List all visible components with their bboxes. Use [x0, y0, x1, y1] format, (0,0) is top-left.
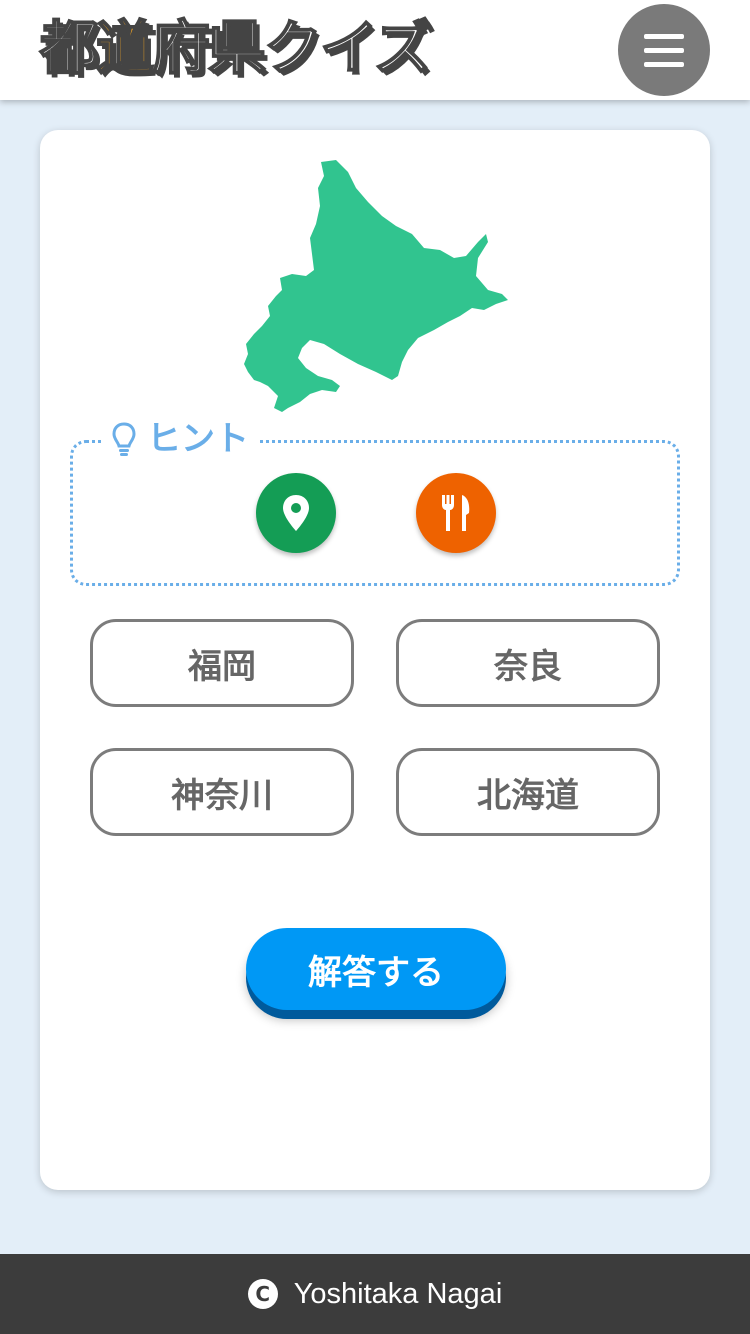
- logo-accent: 道: [95, 13, 155, 83]
- hokkaido-map-icon: [244, 160, 508, 412]
- choice-button-hokkaido[interactable]: 北海道: [396, 748, 660, 836]
- choice-button-nara[interactable]: 奈良: [396, 619, 660, 707]
- logo-part1: 都: [39, 13, 99, 83]
- menu-button[interactable]: [618, 4, 710, 96]
- app-logo[interactable]: 都道府県クイズ: [39, 12, 433, 84]
- copyright-icon: C: [247, 1279, 278, 1309]
- hamburger-menu-icon: [644, 34, 684, 39]
- quiz-card: ヒント 福岡 奈良 神奈川 北海道 解答する: [40, 130, 710, 1190]
- hint-box: ヒント: [70, 417, 680, 586]
- app-header: 都道府県クイズ: [0, 0, 750, 100]
- location-pin-icon: [283, 495, 309, 531]
- choice-button-fukuoka[interactable]: 福岡: [90, 619, 354, 707]
- hint-legend: ヒント: [103, 417, 257, 461]
- choice-button-kanagawa[interactable]: 神奈川: [90, 748, 354, 836]
- submit-answer-button[interactable]: 解答する: [246, 928, 506, 1010]
- logo-part2: 府県クイズ: [151, 13, 433, 83]
- food-hint-button[interactable]: [416, 473, 496, 553]
- location-hint-button[interactable]: [256, 473, 336, 553]
- footer-author: Yoshitaka Nagai: [293, 1277, 503, 1310]
- lightbulb-icon: [112, 422, 136, 456]
- fork-knife-icon: [442, 495, 470, 531]
- hint-label: ヒント: [147, 419, 249, 459]
- footer: C Yoshitaka Nagai: [0, 1254, 750, 1334]
